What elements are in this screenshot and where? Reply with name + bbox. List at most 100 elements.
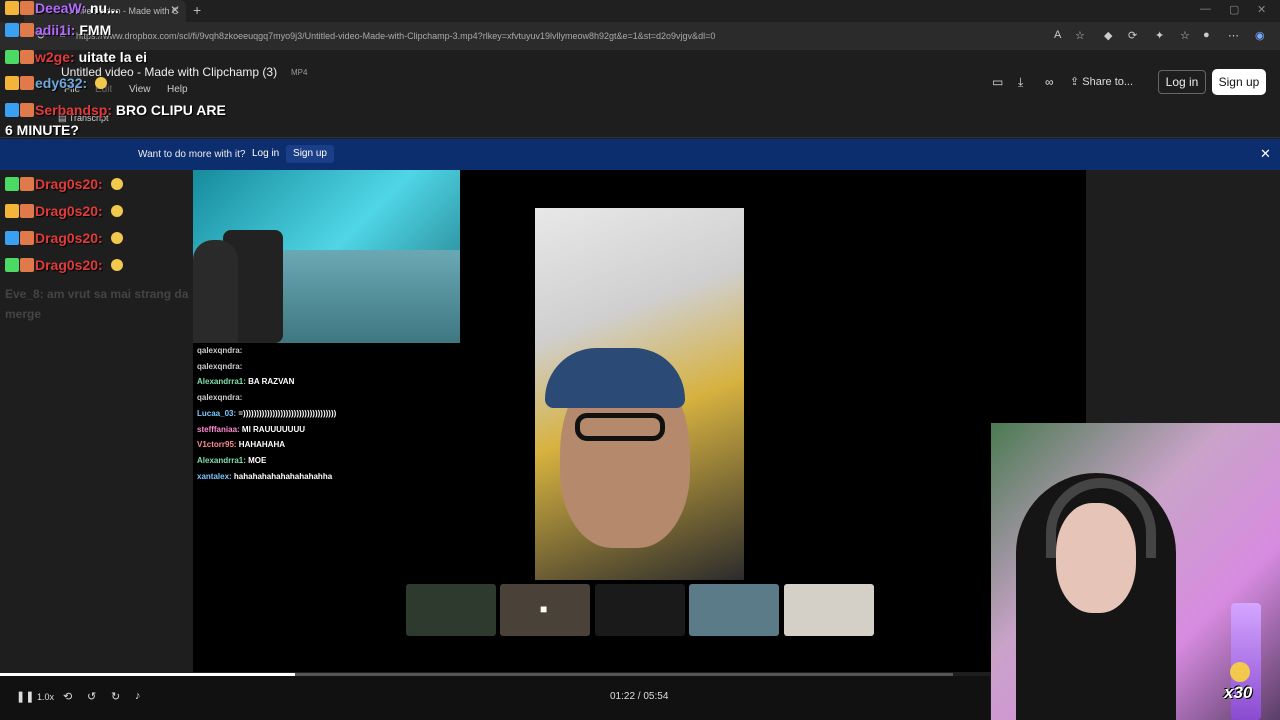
participant-thumbnail[interactable]	[595, 584, 685, 636]
dropbox-header	[0, 50, 1280, 138]
pause-icon[interactable]: ❚❚	[16, 690, 34, 703]
chat-badge-icon	[20, 177, 34, 191]
video-chat-message: Alexandrra1: MOE	[197, 456, 266, 465]
puzzle-icon[interactable]: ✦	[1155, 29, 1164, 42]
chat-text	[103, 230, 107, 246]
video-chat-username: Alexandrra1:	[197, 455, 249, 465]
login-button[interactable]: Log in	[1158, 70, 1206, 94]
chat-username: Drag0s20:	[35, 230, 103, 246]
more-menu-icon[interactable]: ⋯	[1228, 29, 1239, 42]
volume-icon[interactable]: ♪	[135, 690, 141, 702]
chat-message: Drag0s20:	[5, 203, 123, 219]
chat-text: BRO CLIPU ARE	[112, 102, 226, 118]
chat-badge-icon	[5, 76, 19, 90]
chat-text	[103, 203, 107, 219]
video-chat-username: qalexqndra:	[197, 346, 243, 355]
chat-username: Drag0s20:	[35, 176, 103, 192]
favorites-icon[interactable]: ☆	[1180, 29, 1190, 42]
chat-badge-icon	[20, 1, 34, 15]
chat-badge-icon	[5, 50, 19, 64]
chat-badge-icon	[5, 1, 19, 15]
emoji-icon	[110, 259, 123, 271]
chat-badge-icon	[20, 76, 34, 90]
chat-badge-icon	[20, 258, 34, 272]
banner-close-icon[interactable]: ✕	[1260, 146, 1271, 162]
video-chat-username: xantalex:	[197, 471, 234, 481]
chat-username: edy632:	[35, 75, 88, 91]
emote-icon	[1230, 662, 1250, 682]
participant-thumbnail[interactable]: ■	[500, 584, 590, 636]
chat-username: DeeaW:	[35, 0, 87, 16]
glasses-shape	[575, 413, 665, 441]
chat-text	[103, 257, 107, 273]
chat-username: adii1i:	[35, 22, 76, 38]
video-chat-username: Lucaa_03:	[197, 408, 239, 418]
emoji-icon	[110, 178, 123, 190]
video-chat-text: MOE	[248, 455, 267, 465]
emote-count: x30	[1224, 683, 1253, 702]
video-chat-username: Alexandrra1:	[197, 377, 249, 387]
chat-badge-icon	[20, 23, 34, 37]
chat-text: FMM	[75, 22, 112, 38]
emoji-icon	[110, 232, 123, 244]
chat-badge-icon	[5, 204, 19, 218]
share-button[interactable]: ⇪ Share to...	[1070, 75, 1133, 88]
video-chat-message: stefffaniaa: MI RAUUUUUUU	[197, 425, 305, 434]
participant-thumbnail[interactable]	[784, 584, 874, 636]
chat-badge-icon	[5, 231, 19, 245]
rewind-icon[interactable]: ↺	[87, 690, 96, 703]
camera-icon: ■	[540, 602, 548, 616]
chat-badge-icon	[5, 258, 19, 272]
speed-button[interactable]: 1.0x	[37, 692, 54, 702]
video-chat-username: qalexqndra:	[197, 393, 243, 403]
close-window-icon[interactable]: ✕	[1257, 3, 1266, 16]
banner-signup-button[interactable]: Sign up	[286, 145, 334, 163]
loop-icon[interactable]: ⟲	[63, 690, 72, 703]
chat-text	[87, 75, 91, 91]
player-controls	[0, 676, 990, 720]
read-aloud-icon[interactable]: A	[1054, 29, 1061, 41]
video-chat-text: MI RAUUUUUUU	[241, 424, 306, 434]
chat-message: 6 MINUTE?	[5, 122, 79, 138]
bed-shape	[263, 250, 460, 343]
menu-help[interactable]: Help	[167, 84, 188, 95]
video-chat-message: qalexqndra:	[197, 362, 242, 371]
extension-icon[interactable]: ◆	[1104, 29, 1112, 42]
chat-message: DeeaW: nu...	[5, 0, 119, 16]
cap-shape	[545, 348, 685, 408]
chat-message: adii1i: FMM	[5, 22, 111, 38]
download-icon[interactable]: ⤓	[1018, 75, 1023, 90]
refresh-extension-icon[interactable]: ⟳	[1128, 29, 1137, 42]
minimize-icon[interactable]: —	[1200, 3, 1211, 15]
link-icon[interactable]: ∞	[1045, 75, 1054, 89]
banner-text: Want to do more with it?	[138, 149, 246, 160]
participant-thumbnail[interactable]	[406, 584, 496, 636]
forward-icon[interactable]: ↻	[111, 690, 120, 703]
participant-thumbnail[interactable]	[689, 584, 779, 636]
chat-badge-icon	[5, 103, 19, 117]
copilot-icon[interactable]: ◉	[1255, 29, 1265, 42]
chat-username: Serbandsp:	[35, 102, 113, 118]
chat-message: w2ge: uitate la ei	[5, 49, 147, 65]
banner-login-link[interactable]: Log in	[252, 148, 279, 159]
url-field[interactable]: https://www.dropbox.com/scl/fi/9vqh8zkoe…	[76, 31, 715, 41]
video-chat-message: qalexqndra:	[197, 346, 242, 355]
signup-button[interactable]: Sign up	[1212, 69, 1266, 95]
file-type-badge: MP4	[291, 68, 308, 77]
close-tab-icon[interactable]: ✕	[170, 3, 180, 17]
video-chat-text: hahahahahahahahahahha	[233, 471, 333, 481]
chat-message: Drag0s20:	[5, 230, 123, 246]
chat-username: w2ge:	[35, 49, 75, 65]
new-tab-icon[interactable]: +	[193, 2, 201, 18]
comment-icon[interactable]: ▭	[992, 75, 1003, 89]
video-chat-username: stefffaniaa:	[197, 424, 242, 434]
menu-view[interactable]: View	[129, 84, 151, 95]
favorite-star-icon[interactable]: ☆	[1075, 29, 1085, 42]
browser-tab-strip	[0, 0, 1280, 22]
maximize-icon[interactable]: ▢	[1229, 3, 1239, 16]
chat-message: Serbandsp: BRO CLIPU ARE	[5, 102, 226, 118]
profile-avatar-icon[interactable]: ●	[1203, 29, 1210, 41]
video-webcam-room	[193, 170, 460, 343]
video-chat-message: V1ctorr95: HAHAHAHA	[197, 440, 285, 449]
video-chat-text: =)))))))))))))))))))))))))))))))))))	[238, 408, 337, 418]
